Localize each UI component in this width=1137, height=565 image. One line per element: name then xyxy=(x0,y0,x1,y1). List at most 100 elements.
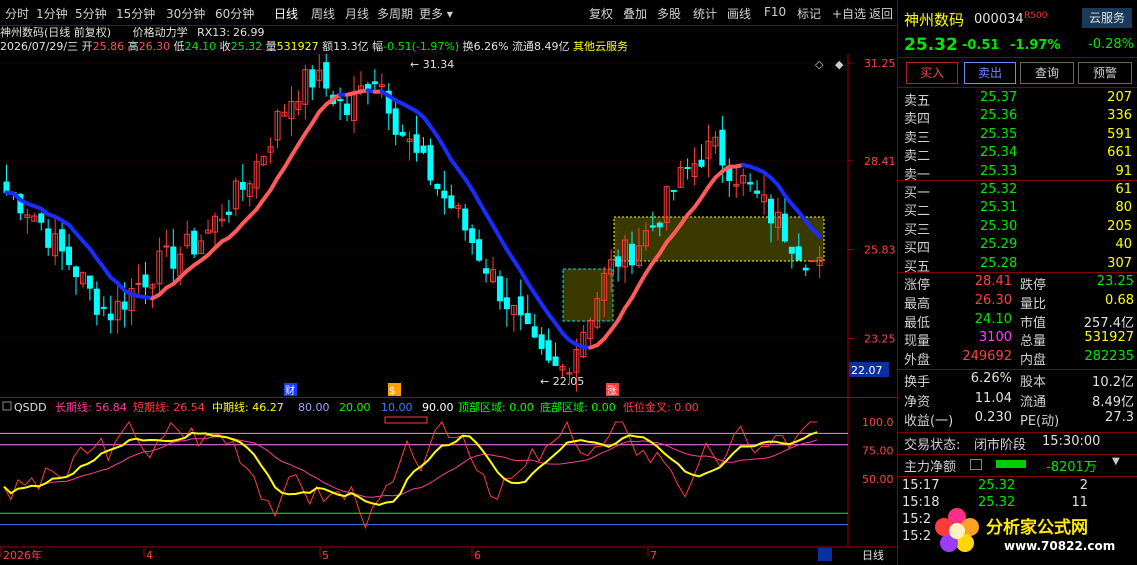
stat-value: 531927 xyxy=(1084,330,1134,346)
period-tab-0[interactable]: 分时 xyxy=(5,5,29,22)
candle-body xyxy=(802,267,809,271)
alert-button[interactable]: 预警 xyxy=(1078,62,1132,84)
stock-name: 神州数码 xyxy=(904,11,965,29)
row-volume: 80 xyxy=(1115,200,1132,216)
close-value: 25.32 xyxy=(230,40,263,53)
stat-value: 24.10 xyxy=(974,311,1012,327)
row-volume: 205 xyxy=(1107,218,1132,234)
stat-label: 量比 xyxy=(1020,296,1047,312)
stat-value: 8.49亿 xyxy=(1092,394,1134,410)
buy-button[interactable]: 买入 xyxy=(906,62,958,84)
candle-body xyxy=(483,268,490,274)
stat-value: 28.41 xyxy=(974,274,1012,289)
scroll-button[interactable] xyxy=(818,548,832,561)
event-marker-2[interactable]: 涨 xyxy=(607,385,617,397)
main-flow-expand-icon[interactable]: ▼ xyxy=(1112,456,1120,467)
event-marker-0[interactable]: 财 xyxy=(285,384,295,397)
r-badge: R500 xyxy=(1024,11,1048,21)
event-marker-1[interactable]: $ xyxy=(389,386,395,397)
row-volume: 336 xyxy=(1107,108,1132,124)
ask-row[interactable]: 卖三 25.35 591 xyxy=(898,126,1137,146)
high-value: 26.30 xyxy=(138,40,171,53)
indicator-panel[interactable]: QSDD 长期线: 56.84 短期线: 26.54 中期线: 46.27 80.00 2… xyxy=(0,397,897,565)
logo-text: 分析家公式网 xyxy=(986,518,1088,538)
toolbar-action-7[interactable]: +自选 xyxy=(832,5,866,22)
row-price: 25.37 xyxy=(980,90,1018,105)
main-flow-icon[interactable] xyxy=(970,459,982,470)
candle-body xyxy=(191,230,198,255)
sell-button[interactable]: 卖出 xyxy=(964,62,1016,84)
cloud-service-link[interactable]: 其他云服务 xyxy=(573,40,628,53)
row-volume: 61 xyxy=(1115,182,1132,197)
stat-value: 10.2亿 xyxy=(1092,375,1134,390)
candle-body xyxy=(239,181,246,190)
stat-label: 换手 xyxy=(904,375,931,390)
period-tab-10[interactable]: 更多 ▾ xyxy=(419,5,453,22)
cloud-service-button[interactable]: 云服务 xyxy=(1082,8,1132,28)
period-label[interactable]: 日线 xyxy=(862,548,884,562)
price-axis-tick: 25.83 xyxy=(864,244,896,257)
price-change-pct: -1.97% xyxy=(1010,38,1061,53)
candle-body xyxy=(545,340,552,361)
period-tab-5[interactable]: 60分钟 xyxy=(215,5,254,22)
stat-value: 3100 xyxy=(978,330,1012,346)
period-tab-7[interactable]: 周线 xyxy=(311,5,335,22)
ask-row[interactable]: 卖五 25.37 207 xyxy=(898,90,1137,109)
period-tab-8[interactable]: 月线 xyxy=(345,5,369,22)
period-tab-4[interactable]: 30分钟 xyxy=(166,5,205,22)
stat-value: 282235 xyxy=(1084,349,1134,365)
stat-row: 最低 24.10 市值 257.4亿 xyxy=(898,311,1137,331)
bid-row[interactable]: 买五 25.28 307 xyxy=(898,255,1137,275)
indicator-legend-7: 90.00 xyxy=(422,401,454,414)
toolbar-action-4[interactable]: 画线 xyxy=(727,5,751,22)
row-label: 买二 xyxy=(904,204,931,220)
toolbar-action-5[interactable]: F10 xyxy=(764,5,786,19)
vol-value: 531927 xyxy=(276,40,319,53)
period-tab-2[interactable]: 5分钟 xyxy=(75,5,107,22)
stat-label: 流通 xyxy=(1020,394,1047,410)
chart-settings-icon[interactable]: ◇ xyxy=(815,58,824,71)
bid-row[interactable]: 买三 25.30 205 xyxy=(898,218,1137,238)
indicator-legend-6: 10.00 xyxy=(381,401,413,414)
high-label: 高 xyxy=(127,40,139,53)
period-tab-3[interactable]: 15分钟 xyxy=(116,5,155,22)
candle-body xyxy=(719,129,726,166)
ask-row[interactable]: 卖一 25.33 91 xyxy=(898,164,1137,183)
candle-body xyxy=(135,282,142,285)
toolbar-action-8[interactable]: 返回 xyxy=(869,5,893,22)
bid-row[interactable]: 买一 25.32 61 xyxy=(898,182,1137,201)
ask-row[interactable]: 卖四 25.36 336 xyxy=(898,108,1137,127)
toolbar-action-2[interactable]: 多股 xyxy=(657,5,681,22)
chart-collapse-icon[interactable]: ◆ xyxy=(835,58,844,71)
candle-body xyxy=(781,213,788,242)
period-tab-9[interactable]: 多周期 xyxy=(377,5,413,22)
turn-value: 6.26% xyxy=(473,40,509,53)
bid-row[interactable]: 买二 25.31 80 xyxy=(898,200,1137,220)
period-tab-6[interactable]: 日线 xyxy=(274,5,298,22)
toolbar-action-1[interactable]: 叠加 xyxy=(623,5,647,22)
period-tab-1[interactable]: 1分钟 xyxy=(36,5,68,22)
candle-body xyxy=(107,313,114,321)
query-button[interactable]: 查询 xyxy=(1020,62,1074,84)
side-change-pct: -0.28% xyxy=(1088,37,1134,52)
vol-label: 量 xyxy=(265,40,277,53)
candle-body xyxy=(420,145,427,153)
toolbar-action-3[interactable]: 统计 xyxy=(693,5,717,22)
last-price: 25.32 xyxy=(904,35,958,55)
row-price: 25.28 xyxy=(980,255,1018,271)
stat2-row: 换手 6.26% 股本 10.2亿 xyxy=(898,371,1137,390)
toolbar-action-0[interactable]: 复权 xyxy=(589,5,613,22)
stat-value: 257.4亿 xyxy=(1083,315,1134,331)
stat2-row: 收益(一) 0.230 PE(动) 27.3 xyxy=(898,410,1137,429)
main-flow-row: 主力净额 -8201万 ▼ xyxy=(898,456,1137,475)
candle-body xyxy=(788,246,795,254)
row-price: 25.35 xyxy=(980,126,1018,142)
stock-code: 000034 xyxy=(974,12,1024,27)
candle-body xyxy=(503,297,510,310)
bid-row[interactable]: 买四 25.29 40 xyxy=(898,237,1137,256)
price-chart[interactable]: ← 31.34 ← 22.05 财 $ 涨 31.25 28.41 25.83 23.25 22… xyxy=(0,54,897,397)
ask-row[interactable]: 卖二 25.34 661 xyxy=(898,145,1137,164)
toolbar-action-6[interactable]: 标记 xyxy=(797,5,821,22)
stat2-row: 净资 11.04 流通 8.49亿 xyxy=(898,391,1137,410)
chg-label: 幅 xyxy=(372,40,384,53)
